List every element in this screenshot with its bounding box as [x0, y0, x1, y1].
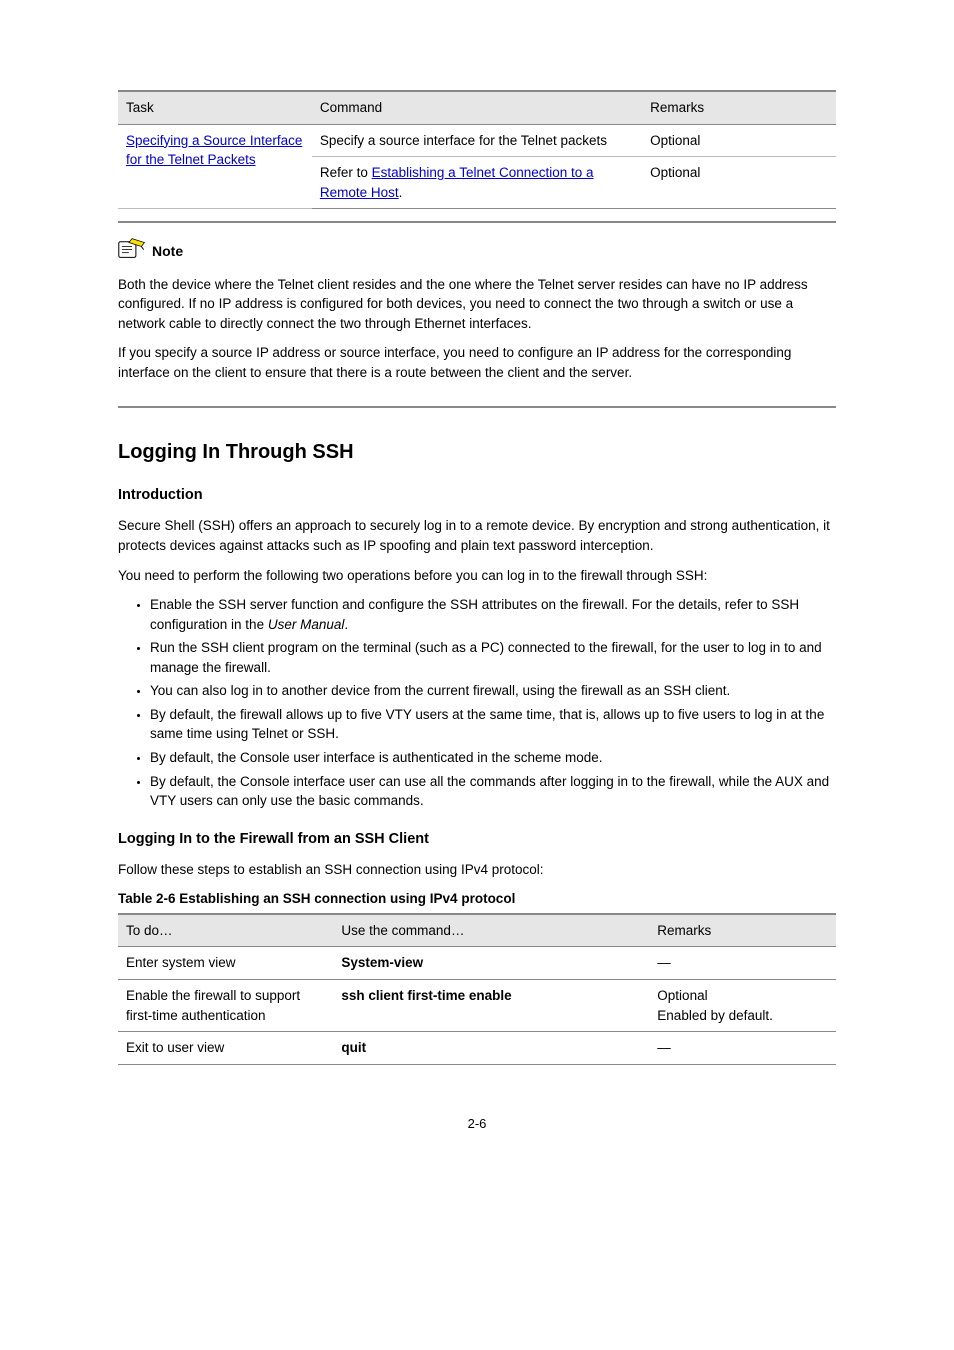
- cell-cmd-2-suffix: .: [399, 185, 403, 200]
- table-row: Enter system view System-view —: [118, 947, 836, 980]
- th-command: Command: [312, 91, 642, 124]
- cell: quit: [333, 1032, 649, 1065]
- config-table: Task Command Remarks Specifying a Source…: [118, 90, 836, 209]
- table-row: Enable the firewall to support first-tim…: [118, 979, 836, 1031]
- th-remarks2: Remarks: [649, 914, 836, 947]
- list-item: Enable the SSH server function and confi…: [150, 595, 836, 634]
- cell-cmd-2: Refer to Establishing a Telnet Connectio…: [312, 157, 642, 209]
- cell: Optional Enabled by default.: [649, 979, 836, 1031]
- cfg-title: Logging In to the Firewall from an SSH C…: [118, 829, 836, 850]
- table-row: Exit to user view quit —: [118, 1032, 836, 1065]
- cfg-p1: Follow these steps to establish an SSH c…: [118, 860, 836, 880]
- note-label: Note: [152, 241, 183, 261]
- list-item: Run the SSH client program on the termin…: [150, 638, 836, 677]
- cell-cmd-2-prefix: Refer to: [320, 165, 372, 180]
- cell: System-view: [333, 947, 649, 980]
- cell-cmd-1: Specify a source interface for the Telne…: [312, 124, 642, 157]
- note-line-2: If you specify a source IP address or so…: [118, 343, 836, 382]
- bullet-0-a: Enable the SSH server function and confi…: [150, 597, 799, 632]
- note-line-1: Both the device where the Telnet client …: [118, 275, 836, 334]
- section-heading: Logging In Through SSH: [118, 438, 836, 467]
- list-item: You can also log in to another device fr…: [150, 681, 836, 701]
- cell-task-link: Specifying a Source Interface for the Te…: [118, 124, 312, 209]
- note-icon: [118, 237, 146, 264]
- intro-body: Secure Shell (SSH) offers an approach to…: [118, 516, 836, 555]
- list-item: By default, the Console user interface i…: [150, 748, 836, 768]
- cell-remarks-1: Optional: [642, 124, 836, 157]
- cell: —: [649, 1032, 836, 1065]
- setup-intro: You need to perform the following two op…: [118, 566, 836, 586]
- link-source-interface[interactable]: Specifying a Source Interface for the Te…: [126, 133, 302, 168]
- page-number: 2-6: [118, 1115, 836, 1134]
- intro-title: Introduction: [118, 485, 836, 506]
- bullet-list: Enable the SSH server function and confi…: [118, 595, 836, 811]
- th-remarks: Remarks: [642, 91, 836, 124]
- list-item: By default, the Console interface user c…: [150, 772, 836, 811]
- cell-remarks-2: Optional: [642, 157, 836, 209]
- cell: Enable the firewall to support first-tim…: [118, 979, 333, 1031]
- ssh-steps-table: To do… Use the command… Remarks Enter sy…: [118, 913, 836, 1065]
- bullet-0-em: User Manual: [268, 617, 345, 632]
- th-task: Task: [118, 91, 312, 124]
- cell: Enter system view: [118, 947, 333, 980]
- cell: —: [649, 947, 836, 980]
- note-box: Note Both the device where the Telnet cl…: [118, 221, 836, 408]
- bullet-0-b: .: [344, 617, 348, 632]
- cell: ssh client first-time enable: [333, 979, 649, 1031]
- cell: Exit to user view: [118, 1032, 333, 1065]
- th-usecmd: Use the command…: [333, 914, 649, 947]
- th-todo: To do…: [118, 914, 333, 947]
- table-caption: Table 2-6 Establishing an SSH connection…: [118, 889, 836, 909]
- list-item: By default, the firewall allows up to fi…: [150, 705, 836, 744]
